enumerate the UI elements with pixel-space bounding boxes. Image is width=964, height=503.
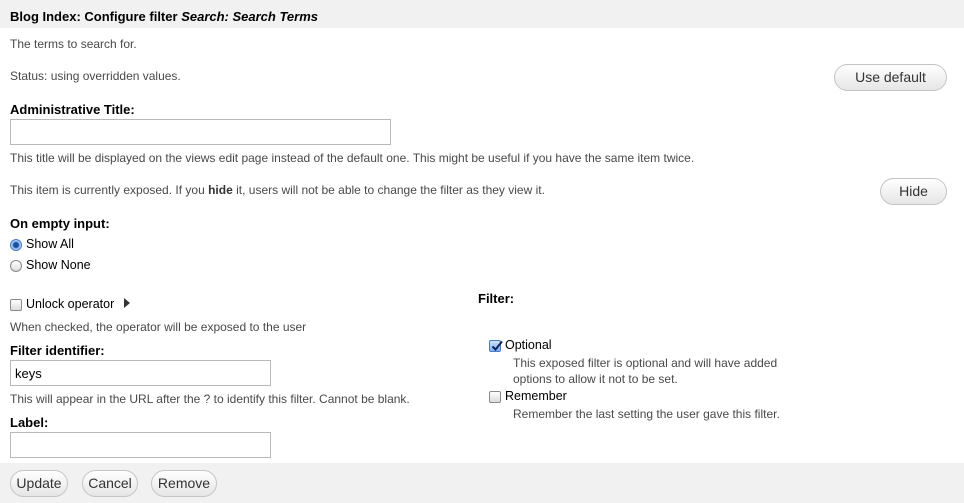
dialog-title: Blog Index: Configure filter Search: Sea… (10, 9, 318, 24)
cancel-button[interactable]: Cancel (82, 470, 138, 497)
empty-input-label: On empty input: (10, 216, 110, 231)
unlock-operator-help: When checked, the operator will be expos… (10, 320, 307, 334)
use-default-button[interactable]: Use default (834, 64, 947, 91)
exposed-notice-before: This item is currently exposed. If you (10, 183, 205, 197)
show-none-label: Show None (26, 258, 91, 272)
hide-button[interactable]: Hide (880, 178, 947, 205)
exposed-notice: This item is currently exposed. If you h… (10, 183, 545, 197)
optional-label: Optional (505, 338, 552, 352)
optional-checkbox[interactable] (489, 340, 503, 352)
unlock-operator-checkbox[interactable] (10, 299, 22, 311)
update-button[interactable]: Update (10, 470, 68, 497)
dialog-footer: Update Cancel Remove (0, 463, 964, 503)
dialog-title-text: Blog Index: Configure filter (10, 9, 178, 24)
optional-help-line-2: options to allow it not to be set. (513, 372, 678, 386)
status-text: Status: using overridden values. (10, 69, 181, 83)
filter-identifier-input[interactable] (10, 360, 271, 386)
filter-description: The terms to search for. (10, 37, 137, 51)
remember-label: Remember (505, 389, 567, 403)
admin-title-help: This title will be displayed on the view… (10, 151, 695, 165)
filter-identifier-label: Filter identifier: (10, 343, 105, 358)
remember-checkbox[interactable] (489, 391, 501, 403)
admin-title-label: Administrative Title: (10, 102, 135, 117)
label-input[interactable] (10, 432, 271, 458)
show-all-label: Show All (26, 237, 74, 251)
expand-arrow-icon[interactable] (124, 298, 130, 308)
show-none-radio[interactable] (10, 260, 22, 272)
label-field-label: Label: (10, 415, 49, 430)
filter-section-label: Filter: (478, 291, 515, 306)
dialog-header: Blog Index: Configure filter Search: Sea… (0, 0, 964, 28)
checkmark-icon (491, 340, 503, 351)
remove-button[interactable]: Remove (151, 470, 217, 497)
exposed-notice-hide-word: hide (208, 183, 233, 197)
filter-identifier-help: This will appear in the URL after the ? … (10, 392, 410, 406)
admin-title-input[interactable] (10, 119, 391, 145)
exposed-notice-after: it, users will not be able to change the… (236, 183, 545, 197)
optional-help-line-1: This exposed filter is optional and will… (513, 356, 778, 370)
unlock-operator-label: Unlock operator (26, 297, 115, 311)
dialog-title-filter-name: Search: Search Terms (181, 9, 318, 24)
remember-help: Remember the last setting the user gave … (513, 407, 780, 421)
show-all-radio[interactable] (10, 239, 22, 251)
